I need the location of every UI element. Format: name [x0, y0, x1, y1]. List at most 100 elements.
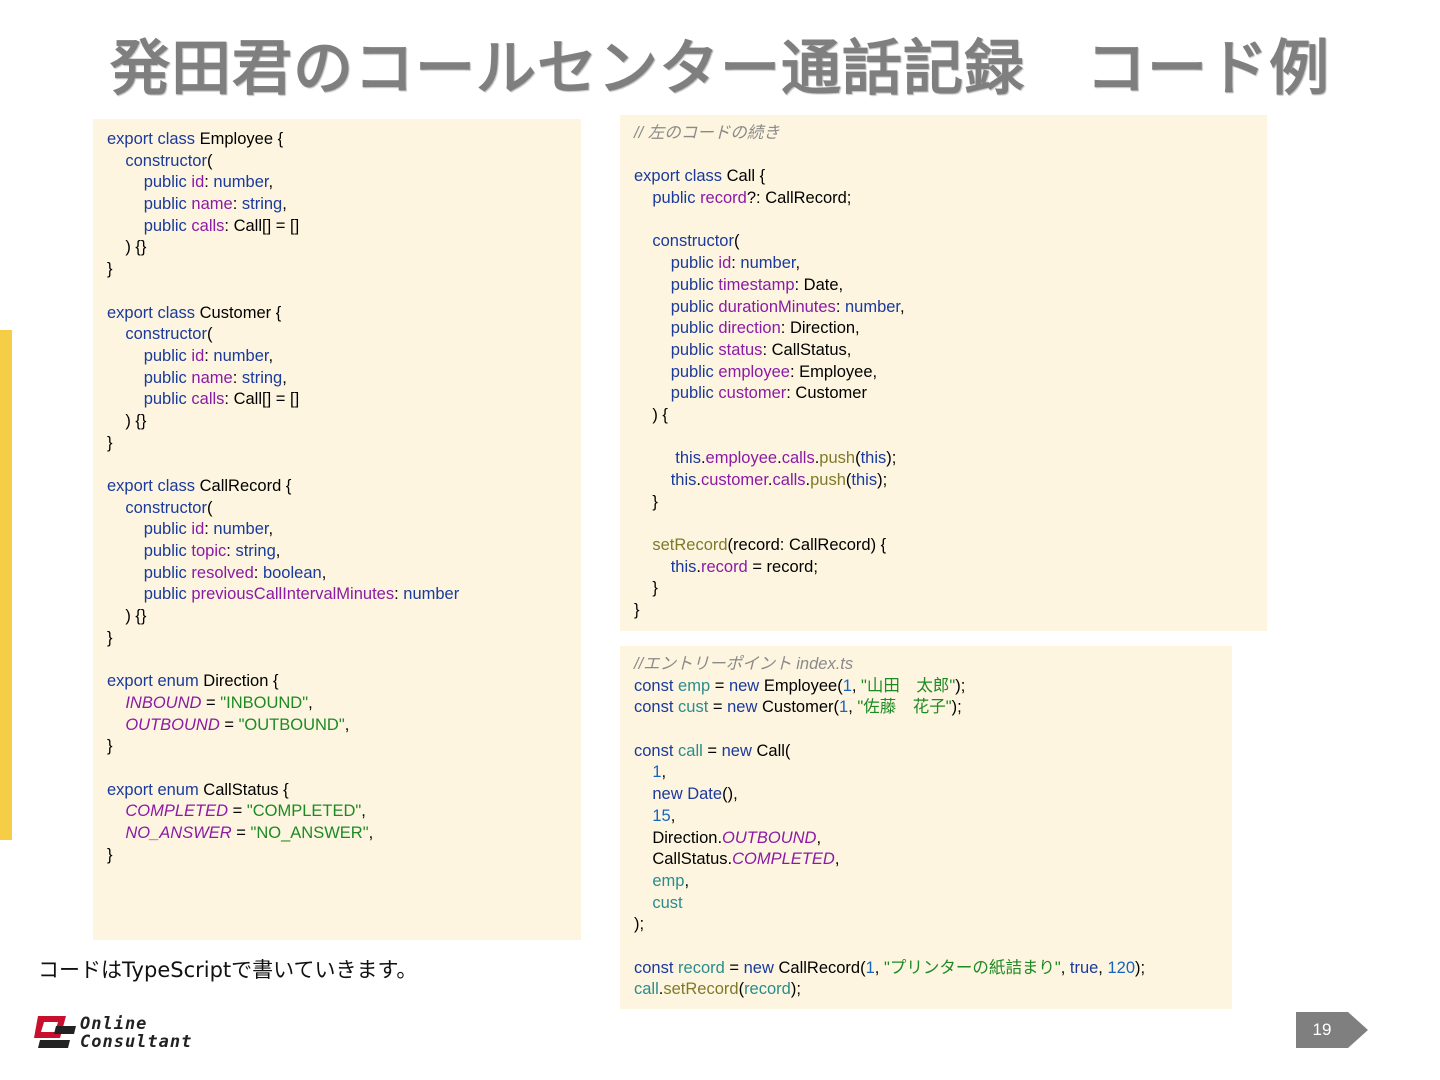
code-panel-call-class: // 左のコードの続き export class Call { public r…: [620, 115, 1267, 631]
code-line: Direction.OUTBOUND,: [634, 828, 1232, 850]
code-line: export enum Direction {: [107, 671, 581, 693]
code-line: public durationMinutes: number,: [634, 297, 1267, 319]
code-line: INBOUND = "INBOUND",: [107, 693, 581, 715]
code-token: ,: [684, 871, 690, 890]
code-token: );: [790, 980, 801, 999]
code-token: =: [219, 715, 239, 734]
code-token: );: [886, 449, 897, 468]
code-line: }: [107, 845, 581, 867]
code-token: );: [634, 915, 645, 934]
slide-title: 発田君のコールセンター通話記録 コード例: [110, 34, 1330, 104]
code-line: export enum CallStatus {: [107, 780, 581, 802]
code-token: public: [143, 390, 187, 409]
code-token: new: [652, 785, 683, 804]
code-token: public: [670, 384, 714, 403]
code-token: public: [143, 173, 187, 192]
code-line: public name: string,: [107, 368, 581, 390]
logo-line1: Online: [80, 1014, 148, 1034]
code-token: 120: [1107, 958, 1135, 977]
code-token: const: [634, 741, 674, 760]
code-token: ,: [361, 802, 366, 821]
code-token: ,: [268, 173, 274, 192]
code-token: public: [143, 195, 187, 214]
code-token: constructor: [125, 498, 207, 517]
code-token: public: [652, 189, 696, 208]
company-logo: Online Consultant: [30, 1012, 230, 1054]
code-token: OUTBOUND: [125, 715, 220, 734]
code-line: this.employee.calls.push(this);: [634, 448, 1267, 470]
code-line: public id: number,: [634, 253, 1267, 275]
code-token: public: [143, 346, 187, 365]
code-token: export class: [107, 130, 196, 148]
code-token: setRecord: [652, 536, 728, 555]
code-token: record: [700, 189, 747, 208]
code-token: CallStatus {: [198, 780, 289, 799]
code-token: Call {: [722, 167, 766, 186]
code-token: ,: [321, 563, 327, 582]
code-line: public status: CallStatus,: [634, 340, 1267, 362]
code-token: number: [844, 297, 901, 316]
code-line: call.setRecord(record);: [634, 979, 1232, 1001]
code-panel-entry-point: //エントリーポイント index.ts const emp = new Empl…: [620, 646, 1232, 1009]
code-token: export enum: [107, 780, 199, 799]
code-token: : Date,: [794, 275, 844, 294]
code-token: NO_ANSWER: [125, 824, 232, 842]
code-token: Call(: [751, 741, 791, 760]
code-token: =: [702, 741, 722, 760]
code-line: public direction: Direction,: [634, 318, 1267, 340]
code-token: ) {: [634, 405, 668, 424]
code-line: public resolved: boolean,: [107, 563, 581, 585]
code-token: = record;: [747, 557, 818, 576]
code-token: direction: [718, 319, 781, 338]
code-line: export class Employee {: [107, 129, 581, 151]
code-token: "OUTBOUND": [238, 715, 345, 734]
code-token: calls: [772, 471, 806, 489]
code-token: :: [232, 368, 242, 387]
code-line: public calls: Call[] = []: [107, 389, 581, 411]
code-token: public: [670, 254, 714, 273]
code-token: ,: [874, 958, 884, 977]
code-token: public: [143, 563, 187, 582]
code-line: export class Customer {: [107, 303, 581, 325]
code-token: CallRecord {: [195, 477, 292, 495]
code-line: public record?: CallRecord;: [634, 188, 1267, 210]
code-line: }: [634, 492, 1267, 514]
code-token: public: [670, 275, 714, 294]
code-token: }: [634, 492, 658, 511]
code-token: public: [143, 216, 187, 235]
code-token: calls: [191, 216, 225, 235]
code-token: =: [231, 824, 251, 842]
code-token: id: [191, 520, 205, 539]
code-line: }: [634, 600, 1267, 622]
code-line: public id: number,: [107, 346, 581, 368]
code-token: 15: [652, 806, 671, 825]
code-token: ,: [344, 715, 350, 734]
code-line: }: [107, 259, 581, 281]
code-token: call: [678, 741, 703, 760]
code-token: new: [728, 676, 760, 695]
code-token: }: [107, 433, 113, 452]
code-token: (: [733, 232, 740, 251]
code-token: =: [708, 698, 728, 717]
code-token: ,: [282, 195, 287, 214]
code-token: ,: [368, 824, 374, 842]
code-token: COMPLETED: [125, 802, 229, 821]
code-line: public id: number,: [107, 172, 581, 194]
